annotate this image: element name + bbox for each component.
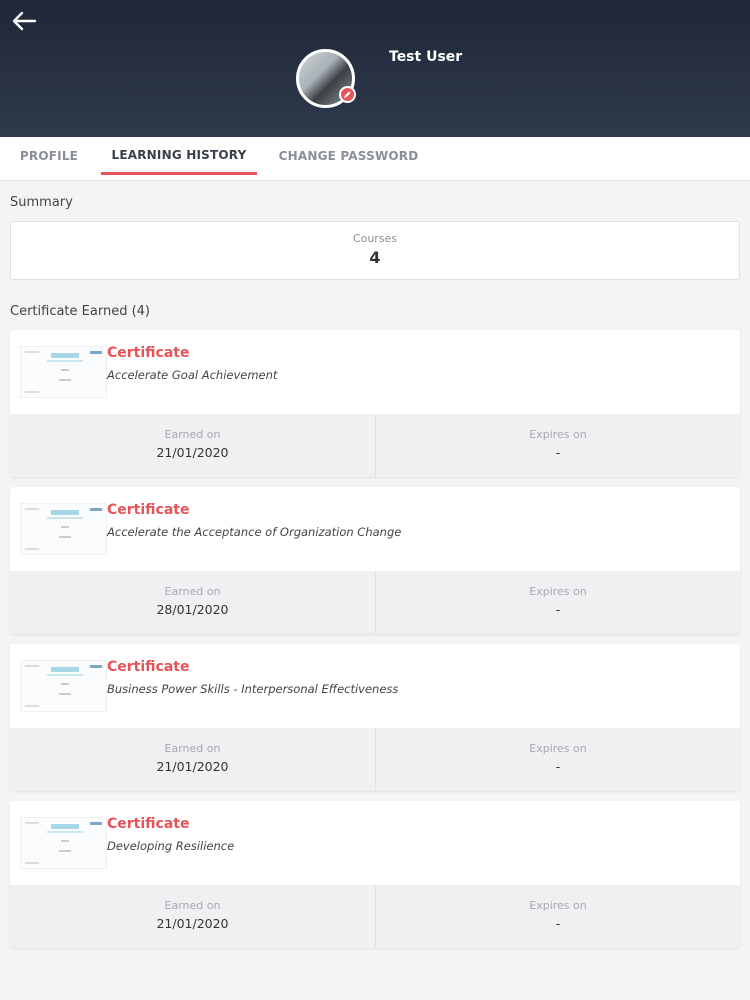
certificate-title: Certificate: [107, 659, 190, 675]
summary-heading: Summary: [10, 195, 73, 210]
edit-badge-icon: [344, 91, 351, 98]
certificate-card[interactable]: Certificate Accelerate the Acceptance of…: [10, 487, 740, 634]
certificate-thumbnail: [20, 346, 107, 398]
tab-bar: PROFILE LEARNING HISTORY CHANGE PASSWORD: [0, 137, 750, 181]
expires-label: Expires on: [529, 428, 587, 441]
courses-label: Courses: [352, 232, 398, 245]
expires-label: Expires on: [529, 742, 587, 755]
earned-label: Earned on: [164, 742, 221, 755]
certificate-title: Certificate: [107, 345, 190, 361]
certificate-thumbnail: [20, 817, 107, 869]
earned-date: 21/01/2020: [156, 916, 229, 931]
expires-date: -: [555, 445, 561, 460]
expires-date: -: [555, 759, 561, 774]
tab-profile[interactable]: PROFILE: [10, 137, 88, 175]
back-button[interactable]: [8, 8, 40, 34]
expires-date: -: [555, 602, 561, 617]
earned-date: 28/01/2020: [156, 602, 229, 617]
user-name: Test User: [389, 49, 463, 65]
courses-count: 4: [369, 248, 381, 267]
earned-label: Earned on: [164, 585, 221, 598]
earned-label: Earned on: [164, 428, 221, 441]
tab-learning-history[interactable]: LEARNING HISTORY: [101, 137, 257, 175]
certificate-course: Business Power Skills - Interpersonal Ef…: [107, 682, 399, 696]
earned-date: 21/01/2020: [156, 759, 229, 774]
expires-label: Expires on: [529, 899, 587, 912]
certificate-card[interactable]: Certificate Accelerate Goal Achievement …: [10, 330, 740, 477]
earned-label: Earned on: [164, 899, 221, 912]
edit-avatar-button[interactable]: [339, 86, 356, 103]
certificate-thumbnail: [20, 660, 107, 712]
certificate-thumbnail: [20, 503, 107, 555]
profile-header: Test User: [0, 0, 750, 137]
certificate-card[interactable]: Certificate Developing Resilience Earned…: [10, 801, 740, 948]
certificates-heading: Certificate Earned (4): [10, 304, 150, 319]
certificate-course: Accelerate Goal Achievement: [107, 368, 278, 382]
earned-date: 21/01/2020: [156, 445, 229, 460]
tab-change-password[interactable]: CHANGE PASSWORD: [270, 137, 427, 175]
expires-date: -: [555, 916, 561, 931]
expires-label: Expires on: [529, 585, 587, 598]
summary-card: Courses 4: [10, 221, 740, 280]
certificate-title: Certificate: [107, 502, 190, 518]
certificate-course: Accelerate the Acceptance of Organizatio…: [107, 525, 402, 539]
arrow-left-icon: [12, 11, 37, 31]
certificate-title: Certificate: [107, 816, 190, 832]
certificate-card[interactable]: Certificate Business Power Skills - Inte…: [10, 644, 740, 791]
certificate-course: Developing Resilience: [107, 839, 235, 853]
